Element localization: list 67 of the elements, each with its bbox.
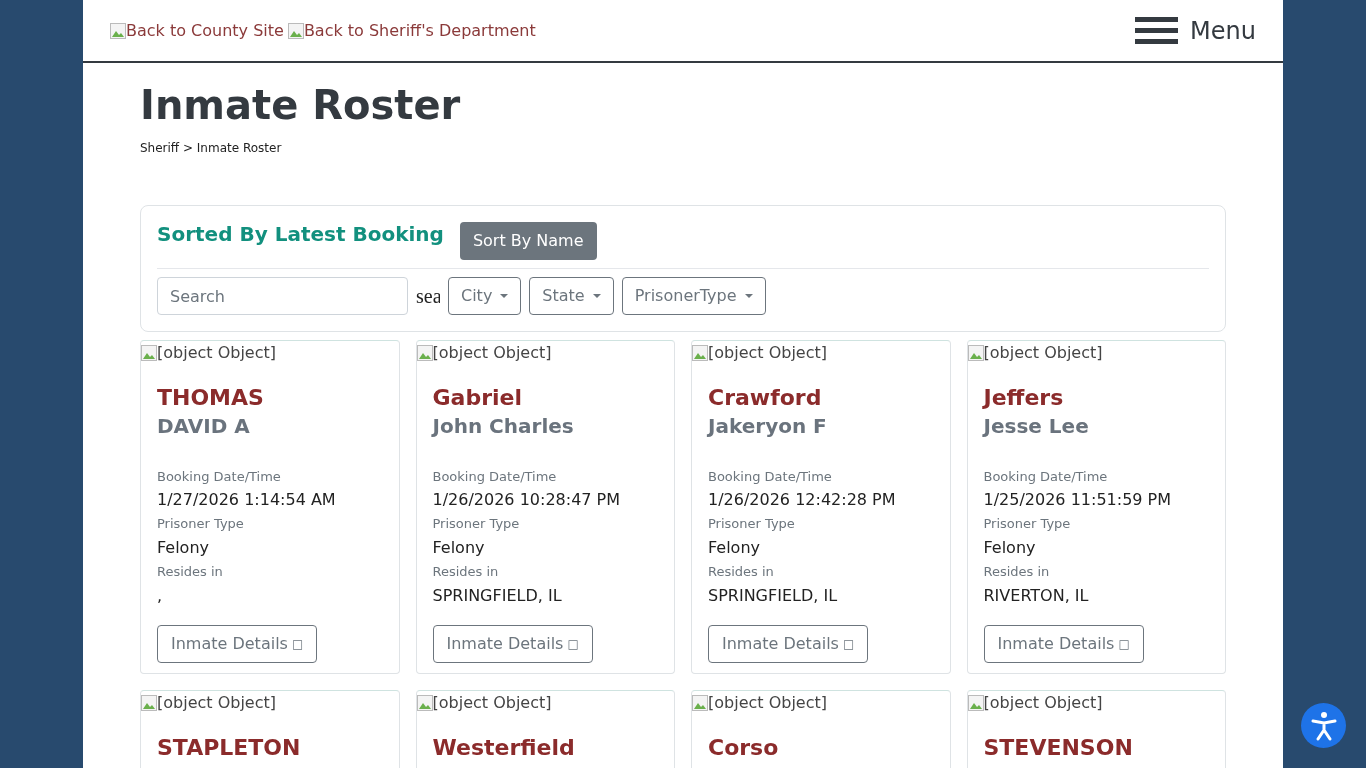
prisoner-type: Felony — [983, 537, 1037, 559]
residence: , — [157, 585, 164, 607]
last-name: STAPLETON — [157, 734, 302, 762]
last-name: Crawford — [708, 384, 823, 412]
photo-alt-text: [object Object] — [983, 342, 1103, 364]
broken-image-icon — [110, 22, 126, 39]
inmate-details-button[interactable]: Inmate Details □ — [708, 625, 869, 663]
last-name: Westerfield — [432, 734, 576, 762]
photo-alt-text: [object Object] — [157, 342, 276, 364]
sort-heading: Sorted By Latest Booking — [157, 222, 444, 247]
inmate-details-button[interactable]: Inmate Details □ — [432, 625, 593, 663]
last-name: Jeffers — [983, 384, 1065, 412]
last-name: Gabriel — [432, 384, 523, 412]
field-label: Booking Date/Time — [157, 468, 282, 486]
field-label: Booking Date/Time — [983, 468, 1109, 486]
filter-dropdown[interactable]: State — [529, 277, 614, 315]
last-name: STEVENSON — [983, 734, 1134, 762]
booking-date: 1/26/2026 10:28:47 PM — [432, 489, 622, 511]
photo-alt-text: [object Object] — [432, 342, 552, 364]
residence: SPRINGFIELD, IL — [432, 585, 563, 607]
field-label: Prisoner Type — [432, 515, 521, 533]
field-label: Resides in — [432, 563, 500, 581]
accessibility-icon — [1309, 710, 1338, 741]
prisoner-type: Felony — [157, 537, 210, 559]
field-label: Resides in — [983, 563, 1051, 581]
breadcrumb: Sheriff > Inmate Roster — [140, 140, 283, 157]
last-name: Corso — [708, 734, 780, 762]
page-title: Inmate Roster — [140, 81, 462, 129]
accessibility-button[interactable] — [1301, 703, 1346, 748]
inmate-details-button[interactable]: Inmate Details □ — [157, 625, 318, 663]
last-name: THOMAS — [157, 384, 265, 412]
field-label: Resides in — [157, 563, 224, 581]
residence: RIVERTON, IL — [983, 585, 1090, 607]
first-name: Jesse Lee — [983, 413, 1090, 440]
header-link[interactable]: Back to Sheriff's Department — [287, 18, 536, 43]
first-name: DAVID A — [157, 413, 251, 440]
booking-date: 1/27/2026 1:14:54 AM — [157, 489, 337, 511]
prisoner-type: Felony — [708, 537, 761, 559]
booking-date: 1/26/2026 12:42:28 PM — [708, 489, 897, 511]
header-link[interactable]: Back to County Site — [110, 18, 284, 43]
search-field[interactable]: Search — [157, 277, 408, 315]
photo-alt-text: [object Object] — [983, 692, 1103, 714]
residence: SPRINGFIELD, IL — [708, 585, 839, 607]
prisoner-type: Felony — [432, 537, 486, 559]
filter-dropdown[interactable]: PrisonerType — [621, 277, 766, 315]
field-label: Prisoner Type — [983, 515, 1072, 533]
first-name: John Charles — [432, 413, 575, 440]
sort-by-name-button[interactable]: Sort By Name — [459, 222, 597, 260]
inmate-details-button[interactable]: Inmate Details □ — [983, 625, 1144, 663]
field-label: Prisoner Type — [157, 515, 245, 533]
caret-icon — [592, 293, 601, 299]
field-label: Booking Date/Time — [708, 468, 833, 486]
photo-alt-text: [object Object] — [157, 692, 276, 714]
caret-icon — [500, 293, 509, 299]
field-label: Booking Date/Time — [432, 468, 558, 486]
photo-alt-text: [object Object] — [432, 692, 552, 714]
caret-icon — [744, 293, 753, 299]
menu-button[interactable]: Menu — [1135, 12, 1256, 49]
photo-alt-text: [object Object] — [708, 342, 827, 364]
field-label: Resides in — [708, 563, 775, 581]
menu-icon — [1135, 17, 1179, 44]
booking-date: 1/25/2026 11:51:59 PM — [983, 489, 1173, 511]
first-name: Jakeryon F — [708, 413, 828, 440]
broken-image-icon — [287, 22, 304, 39]
field-label: Prisoner Type — [708, 515, 796, 533]
filter-dropdown[interactable]: City — [448, 277, 522, 315]
photo-alt-text: [object Object] — [708, 692, 827, 714]
